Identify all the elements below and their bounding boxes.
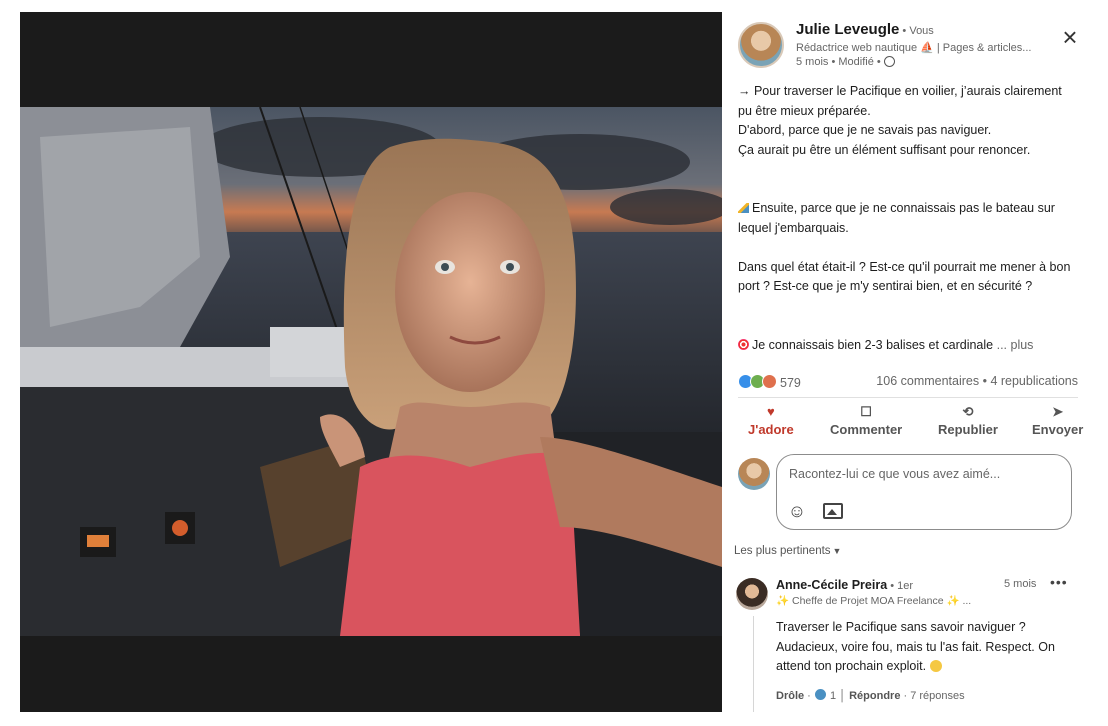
post-paragraph: Je connaissais bien 2-3 balises et cardi… [738,336,1078,356]
thread-line [753,616,754,712]
see-more-link[interactable]: ... plus [997,338,1034,352]
author-avatar[interactable] [738,22,784,68]
sort-dropdown[interactable]: Les plus pertinents ▼ [734,545,841,557]
composer-avatar [738,458,770,490]
comment-button[interactable]: ☐ Commenter [830,404,902,438]
close-icon[interactable]: × [1058,24,1082,50]
boat-selfie-image [20,107,722,636]
author-name[interactable]: Julie Leveugle • Vous [796,21,934,38]
post-meta: 5 mois • Modifié • [796,56,895,68]
love-button[interactable]: ♥ J'adore [748,404,794,438]
caret-down-icon: ▼ [832,546,842,556]
repost-icon: ⟲ [962,404,974,419]
love-reaction-icon [762,374,777,389]
send-icon: ➤ [1052,404,1064,419]
heart-icon: ♥ [767,404,775,419]
reply-button[interactable]: Répondre [849,690,900,702]
comment-text: Traverser le Pacifique sans savoir navig… [776,620,1055,673]
post-panel: Julie Leveugle • Vous Rédactrice web nau… [734,12,1084,726]
connection-degree: • 1er [887,580,914,592]
post-stats: 579 106 commentaires • 4 republications [738,374,1078,392]
comment-composer[interactable]: Racontez-lui ce que vous avez aimé... ☺ [776,454,1072,530]
more-icon[interactable]: ••• [1050,574,1068,590]
funny-reaction-icon [813,688,827,701]
comment-like-count: 1 [829,690,837,702]
commenter-headline: ✨ Cheffe de Projet MOA Freelance ✨ ... [776,595,972,607]
sailboat-icon [738,203,749,213]
action-bar: ♥ J'adore ☐ Commenter ⟲ Republier ➤ Envoyer [734,405,1084,445]
post-text: → Pour traverser le Pacifique en voilier… [738,82,1078,355]
reactions-count: 579 [780,376,801,390]
post-paragraph: Ensuite, parce que je ne connaissais pas… [738,201,1055,235]
repost-button[interactable]: ⟲ Republier [938,404,998,438]
replies-count[interactable]: 7 réponses [910,690,964,702]
post-paragraph: D'abord, parce que je ne savais pas navi… [738,123,992,137]
commenter-name[interactable]: Anne-Cécile Preira • 1er [776,578,913,592]
comment-input[interactable]: Racontez-lui ce que vous avez aimé... [789,467,1000,481]
globe-icon [883,56,895,67]
image-icon[interactable] [823,503,843,519]
divider [738,397,1078,398]
laugh-emoji-icon [929,660,942,672]
send-button[interactable]: ➤ Envoyer [1032,404,1083,438]
author-badge: • Vous [899,25,934,37]
post-header: Julie Leveugle • Vous Rédactrice web nau… [738,20,1078,80]
emoji-icon[interactable]: ☺ [787,501,807,521]
post-media[interactable] [20,12,722,712]
comment-icon: ☐ [860,404,872,419]
author-headline: Rédactrice web nautique ⛵ | Pages & arti… [796,42,1032,54]
commenter-avatar[interactable] [736,578,768,610]
comments-reposts-count[interactable]: 106 commentaires • 4 republications [876,374,1078,388]
comment-time: 5 mois [1004,578,1037,590]
target-icon [738,338,749,350]
reactions[interactable]: 579 [738,374,801,390]
post-photo [20,107,722,636]
comment-like-button[interactable]: Drôle [776,690,804,702]
post-paragraph: → Pour traverser le Pacifique en voilier… [738,84,1062,118]
post-paragraph: Ça aurait pu être un élément suffisant p… [738,142,1031,157]
comment-actions: Drôle · 1 │ Répondre · 7 réponses [776,688,965,702]
post-paragraph: Dans quel état était-il ? Est-ce qu'il p… [738,259,1071,294]
